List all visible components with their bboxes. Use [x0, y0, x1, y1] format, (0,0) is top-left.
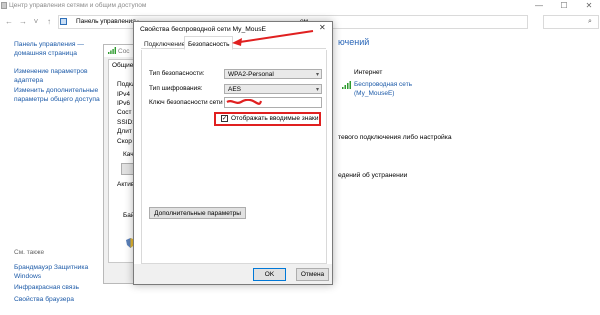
annotation-arrow [232, 30, 314, 46]
